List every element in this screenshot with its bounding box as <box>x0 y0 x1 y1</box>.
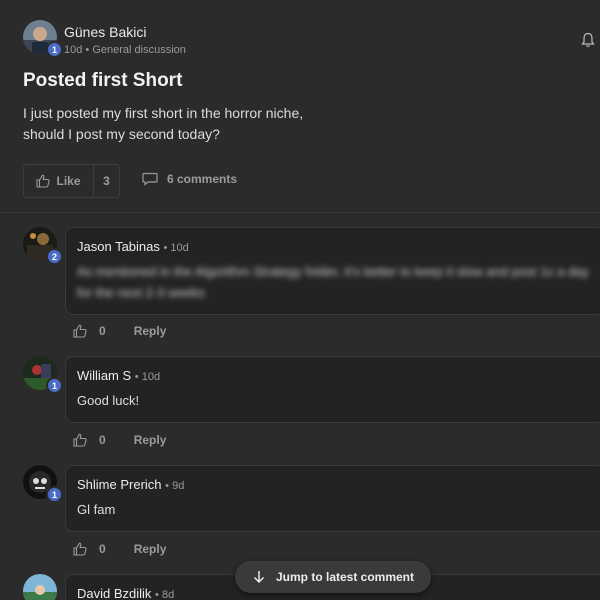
comments-link[interactable]: 6 comments <box>142 172 237 186</box>
comment-time: 8d <box>161 589 175 600</box>
comment-separator: • <box>155 589 162 600</box>
bell-icon[interactable] <box>581 32 595 48</box>
comment-header: William S • 10d <box>77 368 160 383</box>
comment-text-line: for the next 2-3 weeks <box>77 285 205 300</box>
level-badge: 1 <box>46 486 63 503</box>
post-time: 10d <box>64 44 83 56</box>
divider <box>0 212 600 213</box>
author-avatar[interactable]: 1 <box>23 20 63 58</box>
comment-item: 1 William S • 10d Good luck! 0 Reply <box>23 356 600 456</box>
post-like-group: Like 3 <box>23 164 120 198</box>
commenter-avatar[interactable] <box>23 574 57 600</box>
like-label: Like <box>56 174 81 188</box>
level-badge: 1 <box>46 377 63 394</box>
post-meta: 10d • General discussion <box>64 44 186 56</box>
author-name[interactable]: Günes Bakici <box>64 24 146 40</box>
comment-like-count: 0 <box>99 542 106 556</box>
thumbs-up-icon[interactable] <box>73 433 87 447</box>
comment-like-count: 0 <box>99 433 106 447</box>
comment-text: As mentioned in the Algorithm Strategy f… <box>77 261 597 303</box>
post-body-line: I just posted my first short in the horr… <box>23 105 304 121</box>
commenter-name[interactable]: Shlime Prerich <box>77 477 162 492</box>
thumbs-up-icon <box>36 174 51 188</box>
like-count: 3 <box>103 174 110 188</box>
comment-icon <box>142 172 158 186</box>
comment-time: 10d <box>170 242 189 254</box>
post-category[interactable]: General discussion <box>92 44 186 56</box>
comment-bubble: William S • 10d Good luck! <box>65 356 600 423</box>
comment-header: Jason Tabinas • 10d <box>77 239 189 254</box>
comment-actions: 0 Reply <box>73 542 166 556</box>
commenter-name[interactable]: Jason Tabinas <box>77 239 160 254</box>
comment-bubble: Jason Tabinas • 10d As mentioned in the … <box>65 227 600 315</box>
comments-count-label: 6 comments <box>167 172 238 186</box>
thumbs-up-icon[interactable] <box>73 324 87 338</box>
comment-separator: • <box>134 371 142 383</box>
reply-button[interactable]: Reply <box>134 542 167 556</box>
comment-like-count: 0 <box>99 324 106 338</box>
commenter-name[interactable]: David Bzdilik <box>77 586 151 600</box>
comment-actions: 0 Reply <box>73 324 166 338</box>
post-body-line: should I post my second today? <box>23 126 220 142</box>
comment-time: 10d <box>141 371 161 383</box>
comment-item: 2 Jason Tabinas • 10d As mentioned in th… <box>23 227 600 347</box>
comment-bubble: Shlime Prerich • 9d Gl fam <box>65 465 600 532</box>
jump-label: Jump to latest comment <box>275 570 415 584</box>
comment-item: 1 Shlime Prerich • 9d Gl fam 0 Reply <box>23 465 600 565</box>
comment-text-line: As mentioned in the Algorithm Strategy f… <box>77 264 589 279</box>
reply-button[interactable]: Reply <box>134 324 167 338</box>
commenter-name[interactable]: William S <box>77 368 131 383</box>
post-body: I just posted my first short in the horr… <box>23 103 343 145</box>
commenter-avatar[interactable]: 1 <box>23 356 63 394</box>
comment-text: Gl fam <box>77 502 116 517</box>
arrow-down-icon <box>253 571 265 584</box>
jump-to-latest-button[interactable]: Jump to latest comment <box>235 561 431 593</box>
like-button[interactable]: Like <box>24 165 94 197</box>
post-title: Posted first Short <box>23 70 183 91</box>
commenter-avatar[interactable]: 2 <box>23 227 63 265</box>
thumbs-up-icon[interactable] <box>73 542 87 556</box>
comment-header: David Bzdilik • 8d <box>77 586 174 600</box>
level-badge: 1 <box>46 41 63 58</box>
reply-button[interactable]: Reply <box>134 433 167 447</box>
comment-time: 9d <box>172 480 185 492</box>
level-badge: 2 <box>46 248 63 265</box>
comment-text: Good luck! <box>77 393 140 408</box>
comment-actions: 0 Reply <box>73 433 166 447</box>
post-header: 1 Günes Bakici 10d • General discussion <box>23 20 595 60</box>
comment-header: Shlime Prerich • 9d <box>77 477 184 492</box>
commenter-avatar[interactable]: 1 <box>23 465 63 503</box>
